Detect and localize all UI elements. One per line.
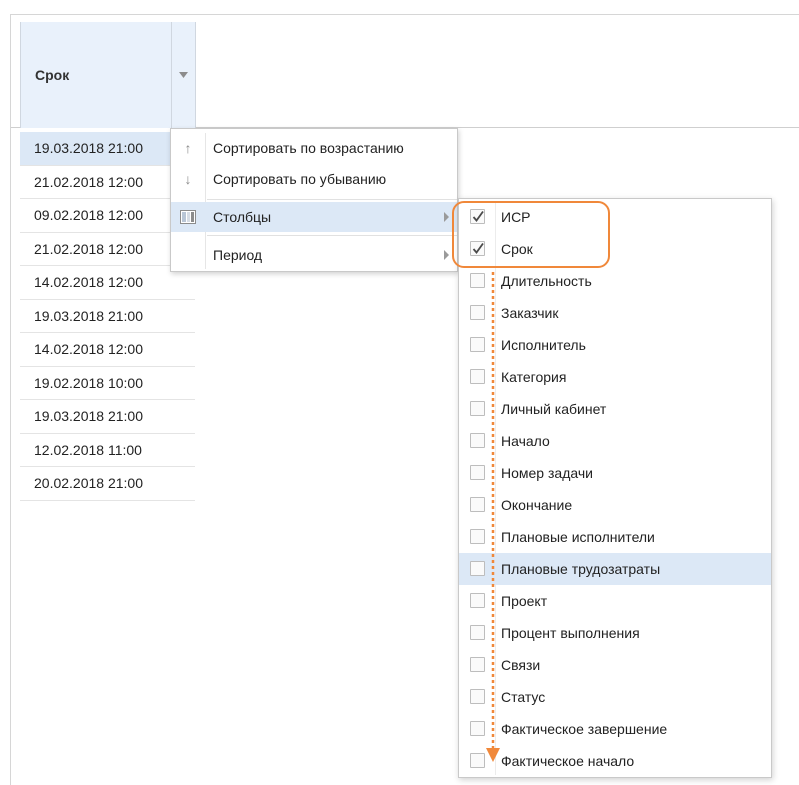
submenu-item-label: Фактическое завершение xyxy=(501,721,668,737)
submenu-item[interactable]: Начало xyxy=(459,425,771,457)
table-row[interactable]: 12.02.2018 11:00 xyxy=(20,434,195,467)
cell-date: 14.02.2018 12:00 xyxy=(34,274,143,291)
cell-date: 20.02.2018 21:00 xyxy=(34,475,143,492)
submenu-item[interactable]: Заказчик xyxy=(459,297,771,329)
column-header-srok[interactable]: Срок xyxy=(20,22,172,128)
table-row[interactable]: 20.02.2018 21:00 xyxy=(20,467,195,501)
table-row[interactable]: 14.02.2018 12:00 xyxy=(20,333,195,367)
submenu-item[interactable]: Проект xyxy=(459,585,771,617)
submenu-item[interactable]: Процент выполнения xyxy=(459,617,771,649)
submenu-item-label: Плановые трудозатраты xyxy=(501,561,661,577)
submenu-item-label: Процент выполнения xyxy=(501,625,640,641)
cell-date: 21.02.2018 12:00 xyxy=(34,173,143,190)
submenu-item[interactable]: Длительность xyxy=(459,265,771,297)
checkbox[interactable] xyxy=(470,369,485,384)
submenu-item-label: Фактическое начало xyxy=(501,753,635,769)
checkbox[interactable] xyxy=(470,433,485,448)
submenu-item[interactable]: Категория xyxy=(459,361,771,393)
checkbox[interactable] xyxy=(470,497,485,512)
table-row[interactable]: 21.02.2018 12:00 xyxy=(20,166,195,199)
checkbox[interactable] xyxy=(470,625,485,640)
submenu-item-label: Номер задачи xyxy=(501,465,593,481)
columns-icon xyxy=(180,209,196,225)
grid-rows: 19.03.2018 21:00 21.02.2018 12:00 09.02.… xyxy=(20,132,195,501)
submenu-item-label: Категория xyxy=(501,369,567,385)
chevron-right-icon xyxy=(444,250,449,260)
grid-header: Срок xyxy=(11,22,799,128)
arrow-up-icon: ↑ xyxy=(184,140,192,156)
submenu-item[interactable]: Плановые трудозатраты xyxy=(459,553,771,585)
submenu-item-label: Проект xyxy=(501,593,548,609)
checkbox[interactable] xyxy=(470,273,485,288)
grid-screen: Срок 19.03.2018 21:00 21.02.2018 12:00 0… xyxy=(0,0,799,785)
checkbox[interactable] xyxy=(470,529,485,544)
submenu-item-label: Заказчик xyxy=(501,305,559,321)
cell-date: 09.02.2018 12:00 xyxy=(34,207,143,224)
checkbox[interactable] xyxy=(470,753,485,768)
submenu-item[interactable]: Фактическое завершение xyxy=(459,713,771,745)
column-menu-trigger[interactable] xyxy=(172,22,196,128)
checkbox[interactable] xyxy=(470,721,485,736)
cell-date: 21.02.2018 12:00 xyxy=(34,240,143,257)
submenu-item-label: Связи xyxy=(501,657,541,673)
menu-item-sort-asc[interactable]: ↑ Сортировать по возрастанию xyxy=(171,133,457,163)
submenu-item[interactable]: Статус xyxy=(459,681,771,713)
chevron-down-icon xyxy=(179,72,188,78)
menu-item-columns[interactable]: Столбцы xyxy=(171,202,457,232)
menu-item-label: Сортировать по убыванию xyxy=(213,171,387,187)
table-row[interactable]: 19.03.2018 21:00 xyxy=(20,300,195,333)
checkbox[interactable] xyxy=(470,337,485,352)
submenu-item-label: Начало xyxy=(501,433,550,449)
cell-date: 19.03.2018 21:00 xyxy=(34,408,143,425)
table-row[interactable]: 19.03.2018 21:00 xyxy=(20,400,195,434)
menu-item-label: Сортировать по возрастанию xyxy=(213,140,404,156)
submenu-item-label: Личный кабинет xyxy=(501,401,607,417)
table-row[interactable]: 14.02.2018 12:00 xyxy=(20,266,195,300)
checkbox[interactable] xyxy=(470,561,485,576)
column-context-menu: ↑ Сортировать по возрастанию ↓ Сортирова… xyxy=(170,128,458,272)
submenu-item[interactable]: Плановые исполнители xyxy=(459,521,771,553)
cell-date: 14.02.2018 12:00 xyxy=(34,341,143,358)
submenu-item[interactable]: Исполнитель xyxy=(459,329,771,361)
menu-separator xyxy=(207,199,457,200)
submenu-item-label: Плановые исполнители xyxy=(501,529,655,545)
menu-item-period[interactable]: Период xyxy=(171,240,457,270)
submenu-item-label: Длительность xyxy=(501,273,592,289)
table-row[interactable]: 09.02.2018 12:00 xyxy=(20,199,195,233)
column-header-label: Срок xyxy=(35,67,70,83)
menu-item-label: Период xyxy=(213,247,263,263)
cell-date: 12.02.2018 11:00 xyxy=(34,441,142,458)
frame-top-line xyxy=(10,14,799,15)
submenu-item-label: Статус xyxy=(501,689,546,705)
submenu-item[interactable]: Связи xyxy=(459,649,771,681)
table-row[interactable]: 19.02.2018 10:00 xyxy=(20,367,195,400)
checkbox[interactable] xyxy=(470,465,485,480)
menu-separator xyxy=(207,235,457,236)
submenu-item[interactable]: Личный кабинет xyxy=(459,393,771,425)
highlight-annotation xyxy=(452,201,610,268)
cell-date: 19.02.2018 10:00 xyxy=(34,374,143,391)
scroll-down-arrow-annotation xyxy=(486,272,500,762)
arrow-down-icon: ↓ xyxy=(184,171,192,187)
submenu-item-label: Окончание xyxy=(501,497,573,513)
table-row[interactable]: 19.03.2018 21:00 xyxy=(20,132,195,166)
checkbox[interactable] xyxy=(470,593,485,608)
columns-submenu: ИСР Срок Длительность Заказчик Исполнитель Ка… xyxy=(458,198,772,778)
table-row[interactable]: 21.02.2018 12:00 xyxy=(20,233,195,266)
submenu-item-label: Исполнитель xyxy=(501,337,586,353)
submenu-item[interactable]: Номер задачи xyxy=(459,457,771,489)
checkbox[interactable] xyxy=(470,401,485,416)
cell-date: 19.03.2018 21:00 xyxy=(34,307,143,324)
frame-left-line xyxy=(10,14,11,785)
menu-item-sort-desc[interactable]: ↓ Сортировать по убыванию xyxy=(171,164,457,194)
checkbox[interactable] xyxy=(470,689,485,704)
submenu-item[interactable]: Фактическое начало xyxy=(459,745,771,777)
menu-item-label: Столбцы xyxy=(213,209,272,225)
submenu-item[interactable]: Окончание xyxy=(459,489,771,521)
chevron-right-icon xyxy=(444,212,449,222)
checkbox[interactable] xyxy=(470,305,485,320)
cell-date: 19.03.2018 21:00 xyxy=(34,140,143,157)
checkbox[interactable] xyxy=(470,657,485,672)
